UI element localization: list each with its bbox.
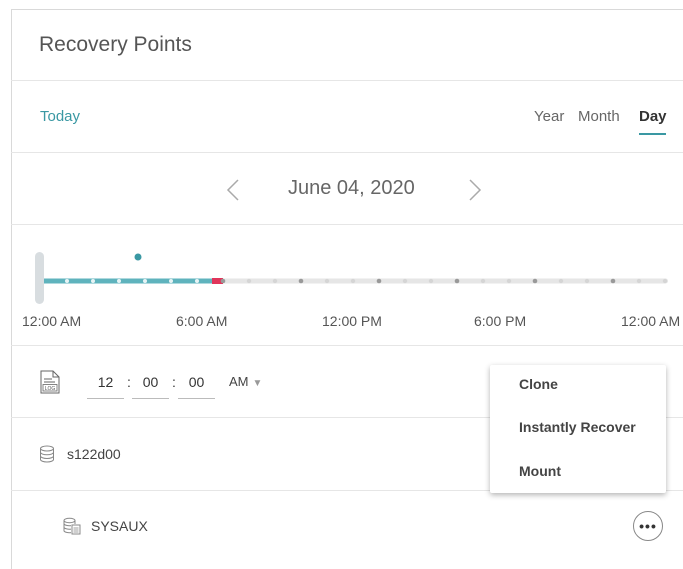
recovery-point[interactable] <box>636 278 642 284</box>
granularity-month[interactable]: Month <box>578 108 620 125</box>
second-input[interactable]: 00 <box>178 374 215 399</box>
divider <box>11 224 683 225</box>
recovery-point[interactable] <box>584 278 590 284</box>
tick-label: 12:00 AM <box>22 313 82 329</box>
recovery-point[interactable] <box>558 278 564 284</box>
recovery-point[interactable] <box>480 278 486 284</box>
tick-label: 6:00 AM <box>176 313 228 329</box>
time-separator: : <box>172 374 176 390</box>
granularity-year[interactable]: Year <box>534 108 564 125</box>
recovery-point[interactable] <box>376 278 382 284</box>
recovery-point[interactable] <box>117 279 121 283</box>
hour-input[interactable]: 12 <box>87 374 124 399</box>
recovery-point[interactable] <box>324 278 330 284</box>
recovery-point[interactable] <box>169 279 173 283</box>
recovery-point[interactable] <box>143 279 147 283</box>
recovery-point[interactable] <box>272 278 278 284</box>
divider <box>11 345 683 346</box>
time-separator: : <box>127 374 131 390</box>
recovery-point[interactable] <box>298 278 304 284</box>
recovery-point[interactable] <box>402 278 408 284</box>
today-link[interactable]: Today <box>40 108 80 125</box>
tablespace-name[interactable]: SYSAUX <box>91 518 148 534</box>
recovery-point[interactable] <box>662 278 668 284</box>
ampm-value: AM <box>229 374 249 389</box>
tick-label: 6:00 PM <box>474 313 527 329</box>
log-file-icon: LOG <box>40 370 60 394</box>
recovery-point[interactable] <box>610 278 616 284</box>
recovery-timeline[interactable] <box>0 245 683 305</box>
tick-label: 12:00 AM <box>621 313 681 329</box>
recovery-point[interactable] <box>91 279 95 283</box>
divider <box>11 80 683 81</box>
more-icon: ••• <box>639 518 657 534</box>
recovery-point[interactable] <box>246 278 252 284</box>
menu-item-mount[interactable]: Mount <box>519 463 561 479</box>
granularity-day[interactable]: Day <box>639 108 667 125</box>
minute-input[interactable]: 00 <box>132 374 169 399</box>
database-name[interactable]: s122d00 <box>67 446 121 462</box>
highlighted-recovery-point <box>134 253 142 261</box>
recovery-point[interactable] <box>65 279 69 283</box>
recovery-point[interactable] <box>350 278 356 284</box>
timeline-start-handle <box>35 252 44 304</box>
recovery-point[interactable] <box>454 278 460 284</box>
recovery-point[interactable] <box>220 278 226 284</box>
selected-date: June 04, 2020 <box>288 177 415 199</box>
menu-item-clone[interactable]: Clone <box>519 376 558 392</box>
svg-text:LOG: LOG <box>45 386 56 392</box>
database-icon <box>39 445 55 463</box>
recovery-point[interactable] <box>428 278 434 284</box>
active-tab-indicator <box>639 133 666 135</box>
ampm-select[interactable]: AM ▼ <box>229 374 262 389</box>
divider <box>11 152 683 153</box>
recovery-point[interactable] <box>506 278 512 284</box>
recovery-point[interactable] <box>195 279 199 283</box>
tablespace-icon <box>63 517 81 535</box>
context-menu: Clone Instantly Recover Mount <box>490 365 666 493</box>
recovery-point[interactable] <box>532 278 538 284</box>
menu-item-instantly-recover[interactable]: Instantly Recover <box>519 419 636 435</box>
chevron-right-icon[interactable] <box>462 178 486 202</box>
chevron-left-icon[interactable] <box>222 178 246 202</box>
tick-label: 12:00 PM <box>322 313 382 329</box>
page-title: Recovery Points <box>39 33 192 56</box>
more-options-button[interactable]: ••• <box>633 511 663 541</box>
caret-down-icon: ▼ <box>252 378 263 389</box>
